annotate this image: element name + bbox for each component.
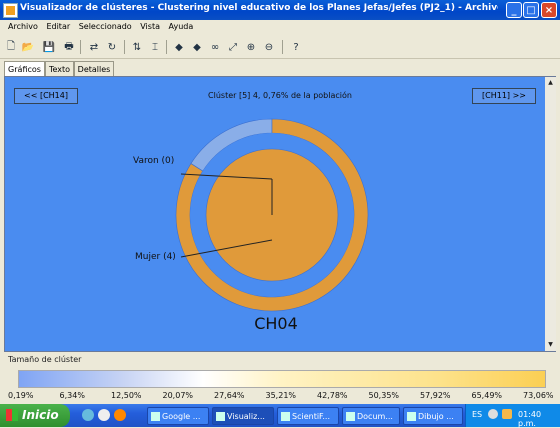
size-tick-label: 57,92%	[420, 391, 451, 400]
zoom-fit-icon[interactable]: ⤢	[226, 40, 240, 54]
app-icon	[3, 3, 18, 18]
desktop-icon[interactable]	[98, 409, 110, 421]
task-visualizador[interactable]: Visualiz...	[212, 407, 274, 425]
start-label: Inicio	[22, 408, 59, 422]
minimize-button[interactable]: _	[506, 2, 522, 18]
print-icon[interactable]: 🖶	[62, 40, 76, 54]
scroll-up-icon[interactable]: ▲	[546, 78, 555, 88]
window-title: Visualizador de clústeres - Clustering n…	[20, 3, 498, 13]
maximize-button[interactable]: □	[523, 2, 539, 18]
tab-graficos[interactable]: Gráficos	[4, 61, 45, 77]
zoom-in-icon[interactable]: ⊕	[244, 40, 258, 54]
size-tick-label: 0,19%	[8, 391, 34, 400]
cluster-donut-chart	[175, 118, 369, 312]
task-dibujo[interactable]: Dibujo ...	[403, 407, 463, 425]
size-tick-label: 12,50%	[111, 391, 142, 400]
firefox-icon[interactable]	[114, 409, 126, 421]
menu-ayuda[interactable]: Ayuda	[166, 20, 197, 33]
task-google[interactable]: Google ...	[147, 407, 209, 425]
volume-icon[interactable]	[502, 409, 512, 419]
size-tick-label: 20,07%	[162, 391, 194, 400]
sort-icon[interactable]: ⇅	[130, 40, 144, 54]
windows-logo-icon	[6, 409, 18, 421]
size-tick-label: 6,34%	[59, 391, 85, 400]
menu-vista[interactable]: Vista	[137, 20, 163, 33]
start-button[interactable]: Inicio	[0, 404, 70, 427]
redo-icon[interactable]: ↻	[105, 40, 119, 54]
size-tick-label: 35,21%	[265, 391, 297, 400]
toolbar: 🗋 📂 💾 🖶 ⇄ ↻ ⇅ ⌶ ◆ ◆ ∞ ⤢ ⊕ ⊖ ?	[0, 36, 560, 59]
size-tick-label: 65,49%	[471, 391, 503, 400]
help-icon[interactable]: ?	[289, 40, 303, 54]
size-tick-label: 42,78%	[317, 391, 348, 400]
arrow-right-icon[interactable]: ◆	[190, 40, 204, 54]
new-icon[interactable]: 🗋	[4, 40, 18, 54]
menu-archivo[interactable]: Archivo	[5, 20, 41, 33]
system-tray: ES 01:40 p.m.	[465, 404, 560, 428]
cluster-size-gradient	[18, 370, 546, 388]
task-icon	[216, 412, 225, 421]
menu-editar[interactable]: Editar	[43, 20, 73, 33]
clock: 01:40 p.m.	[518, 410, 542, 428]
menu-bar: Archivo Editar Seleccionado Vista Ayuda	[0, 20, 560, 36]
tab-texto[interactable]: Texto	[45, 61, 74, 76]
task-icon	[281, 412, 290, 421]
size-tick-label: 50,35%	[368, 391, 400, 400]
swap-icon[interactable]: ⇄	[87, 40, 101, 54]
size-tick-label: 27,64%	[214, 391, 245, 400]
binoculars-icon[interactable]: ∞	[208, 40, 222, 54]
task-scientific[interactable]: ScientiF...	[277, 407, 339, 425]
ie-icon[interactable]	[82, 409, 94, 421]
chart-panel: << [CH14] [CH11] >> Clúster [5] 4, 0,76%…	[4, 76, 556, 352]
segment-label-mujer: Mujer (4)	[135, 252, 176, 262]
cluster-name: CH04	[254, 314, 298, 333]
scroll-down-icon[interactable]: ▼	[546, 340, 555, 350]
task-icon	[346, 412, 355, 421]
toolbar-separator	[124, 40, 125, 54]
tab-detalles[interactable]: Detalles	[74, 61, 114, 76]
segment-label-varon: Varon (0)	[133, 156, 175, 166]
task-icon	[407, 412, 416, 421]
task-documento[interactable]: Docum...	[342, 407, 400, 425]
open-icon[interactable]: 📂	[21, 40, 35, 54]
vertical-scrollbar[interactable]: ▲ ▼	[545, 77, 556, 351]
filter-icon[interactable]: ⌶	[148, 40, 162, 54]
language-indicator[interactable]: ES	[472, 410, 482, 419]
taskbar: Inicio Google ... Visualiz... ScientiF..…	[0, 404, 560, 428]
cluster-size-label: Tamaño de clúster	[8, 355, 82, 364]
menu-seleccionado[interactable]: Seleccionado	[76, 20, 135, 33]
size-tick-label: 73,06%	[523, 391, 554, 400]
cluster-size-ticks: 0,19% 6,34% 12,50% 20,07% 27,64% 35,21% 42,78%…	[0, 391, 560, 403]
arrow-left-icon[interactable]: ◆	[172, 40, 186, 54]
close-button[interactable]: ×	[541, 2, 557, 18]
title-bar: Visualizador de clústeres - Clustering n…	[0, 0, 560, 20]
zoom-out-icon[interactable]: ⊖	[262, 40, 276, 54]
network-icon[interactable]	[488, 409, 498, 419]
toolbar-separator	[166, 40, 167, 54]
toolbar-separator	[282, 40, 283, 54]
save-icon[interactable]: 💾	[42, 40, 56, 54]
toolbar-separator	[80, 40, 81, 54]
task-icon	[151, 412, 160, 421]
